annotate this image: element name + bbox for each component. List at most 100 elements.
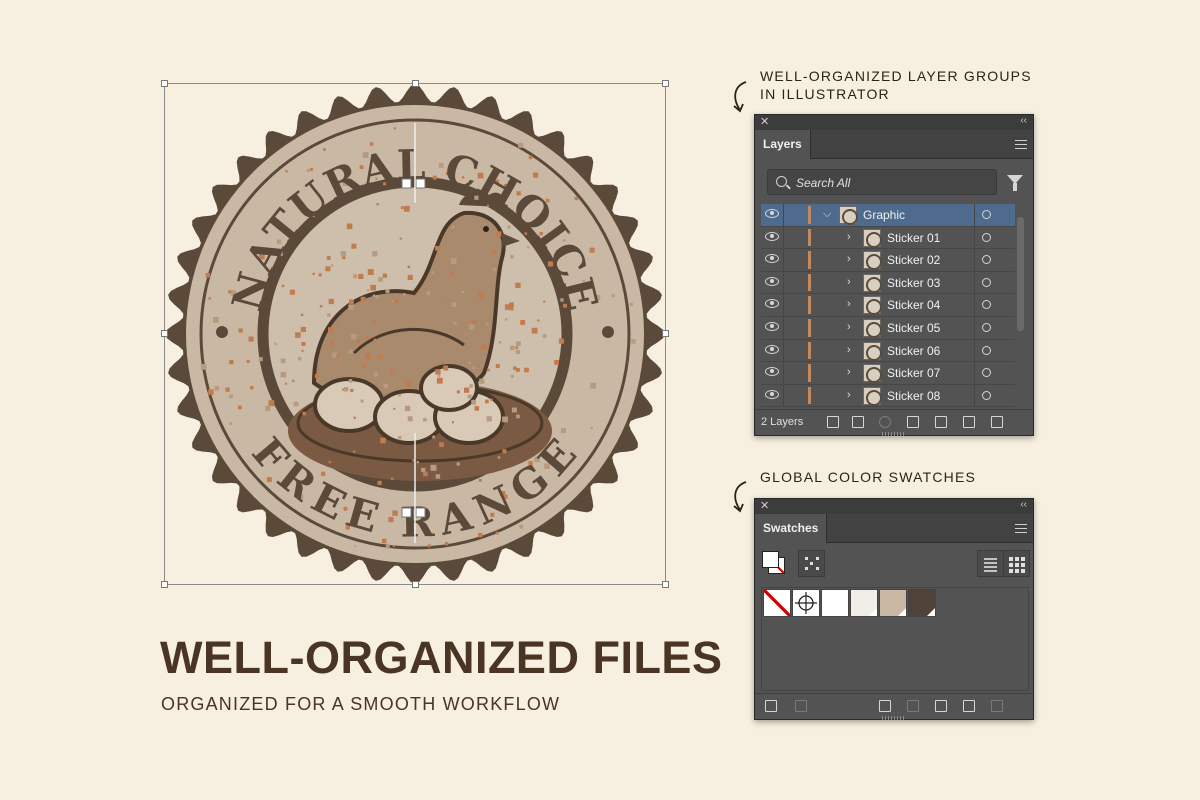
swatch-color[interactable]: [908, 589, 936, 617]
target-circle-icon[interactable]: [982, 390, 991, 400]
target-circle-icon[interactable]: [982, 232, 991, 242]
panel-menu-icon[interactable]: [1015, 140, 1027, 149]
target-circle-icon[interactable]: [982, 255, 991, 265]
resize-handle-tl[interactable]: [161, 80, 168, 87]
layer-row[interactable]: › Sticker 07: [761, 362, 1015, 385]
eye-icon[interactable]: [765, 254, 779, 264]
layer-name[interactable]: Sticker 03: [887, 276, 940, 290]
resize-handle-tr[interactable]: [662, 80, 669, 87]
target-circle-icon[interactable]: [982, 210, 991, 219]
swatches-panel[interactable]: ✕ ‹‹ Swatches: [754, 498, 1034, 720]
place-swatches-icon[interactable]: [795, 700, 807, 712]
target-circle-icon[interactable]: [982, 345, 991, 355]
swatch-options-icon[interactable]: [907, 700, 919, 712]
chevron-right-icon[interactable]: ›: [847, 253, 851, 265]
layer-row[interactable]: › Sticker 05: [761, 316, 1015, 340]
swatch-libraries-icon[interactable]: [765, 700, 777, 712]
new-group-icon[interactable]: [935, 700, 947, 712]
layer-row[interactable]: › Sticker 04: [761, 294, 1015, 317]
scrollbar-thumb[interactable]: [1017, 217, 1024, 331]
resize-handle-r[interactable]: [662, 330, 669, 337]
filter-icon[interactable]: [1007, 175, 1023, 191]
new-sublayer-icon[interactable]: [935, 416, 947, 428]
chevron-right-icon[interactable]: ›: [847, 344, 851, 356]
layer-row[interactable]: › Sticker 08: [761, 384, 1015, 408]
tab-layers[interactable]: Layers: [755, 130, 811, 159]
chevron-right-icon[interactable]: ›: [847, 231, 851, 243]
layer-name[interactable]: Sticker 08: [887, 389, 940, 403]
swatch-color[interactable]: [879, 589, 907, 617]
collect-export-icon[interactable]: [827, 416, 839, 428]
panel-titlebar[interactable]: ✕ ‹‹: [755, 499, 1033, 514]
layer-row[interactable]: › Sticker 02: [761, 249, 1015, 272]
resize-handle-l[interactable]: [161, 330, 168, 337]
export-icon[interactable]: [852, 416, 864, 428]
panel-titlebar[interactable]: ✕ ‹‹: [755, 115, 1033, 130]
swatch-color[interactable]: [850, 589, 878, 617]
close-icon[interactable]: ✕: [760, 115, 769, 128]
layer-name[interactable]: Sticker 07: [887, 366, 940, 380]
target-circle-icon[interactable]: [982, 368, 991, 378]
chevron-right-icon[interactable]: ›: [847, 389, 851, 401]
resize-grip[interactable]: [882, 432, 906, 436]
layer-row[interactable]: › Sticker 01: [761, 226, 1015, 250]
new-layer-icon[interactable]: [963, 416, 975, 428]
eye-icon[interactable]: [765, 389, 779, 399]
target-circle-icon[interactable]: [982, 277, 991, 287]
layer-name[interactable]: Sticker 06: [887, 344, 940, 358]
layer-name[interactable]: Sticker 04: [887, 298, 940, 312]
resize-handle-b[interactable]: [412, 581, 419, 588]
eye-icon[interactable]: [765, 231, 779, 241]
chevron-right-icon[interactable]: ›: [847, 276, 851, 288]
layer-name[interactable]: Sticker 05: [887, 321, 940, 335]
swatch-none[interactable]: [763, 589, 791, 617]
resize-handle-br[interactable]: [662, 581, 669, 588]
chevron-down-icon[interactable]: ⌵: [823, 208, 831, 221]
show-kinds-menu-icon[interactable]: [879, 700, 891, 712]
collapse-icon[interactable]: ‹‹: [1020, 115, 1027, 126]
layer-name[interactable]: Sticker 02: [887, 253, 940, 267]
layers-panel[interactable]: ✕ ‹‹ Layers ⌵ Graphic › Sticker 01 › Sticker …: [754, 114, 1034, 436]
resize-handle-bl[interactable]: [161, 581, 168, 588]
target-circle-icon[interactable]: [982, 300, 991, 310]
chevron-right-icon[interactable]: ›: [847, 298, 851, 310]
new-swatch-icon[interactable]: [963, 700, 975, 712]
chevron-right-icon[interactable]: ›: [847, 321, 851, 333]
show-kinds-icon[interactable]: [798, 550, 825, 577]
locate-object-icon[interactable]: [879, 416, 891, 428]
layer-row[interactable]: › Sticker 06: [761, 339, 1015, 363]
eye-icon[interactable]: [765, 321, 779, 331]
panel-menu-icon[interactable]: [1015, 524, 1027, 533]
eye-icon[interactable]: [765, 344, 779, 354]
layer-row[interactable]: › Sticker 03: [761, 271, 1015, 295]
collapse-icon[interactable]: ‹‹: [1020, 499, 1027, 510]
swatch-color[interactable]: [821, 589, 849, 617]
eye-icon[interactable]: [765, 209, 779, 218]
clipping-mask-icon[interactable]: [907, 416, 919, 428]
eye-icon[interactable]: [765, 367, 779, 377]
eye-icon[interactable]: [765, 276, 779, 286]
anchor-point[interactable]: [401, 178, 412, 189]
target-circle-icon[interactable]: [982, 322, 991, 332]
resize-grip[interactable]: [882, 716, 906, 720]
anchor-point[interactable]: [415, 507, 426, 518]
fill-swatch-icon[interactable]: [762, 551, 779, 568]
eye-icon[interactable]: [765, 299, 779, 309]
layer-row-graphic[interactable]: ⌵ Graphic: [761, 204, 1015, 227]
fill-stroke-indicator[interactable]: [762, 551, 785, 574]
layers-search-input[interactable]: [796, 174, 986, 191]
resize-handle-t[interactable]: [412, 80, 419, 87]
chevron-right-icon[interactable]: ›: [847, 366, 851, 378]
trash-icon[interactable]: [991, 416, 1003, 428]
layer-name[interactable]: Sticker 01: [887, 231, 940, 245]
anchor-point[interactable]: [415, 178, 426, 189]
layers-search-box[interactable]: [767, 169, 997, 195]
swatch-registration[interactable]: [792, 589, 820, 617]
close-icon[interactable]: ✕: [760, 499, 769, 512]
trash-icon[interactable]: [991, 700, 1003, 712]
grid-view-icon[interactable]: [1003, 550, 1030, 577]
tab-swatches[interactable]: Swatches: [755, 514, 828, 543]
layer-name[interactable]: Graphic: [863, 208, 905, 222]
badge-artwork[interactable]: NATURAL CHOICE FREE RANGE: [164, 83, 666, 585]
anchor-point[interactable]: [401, 507, 412, 518]
